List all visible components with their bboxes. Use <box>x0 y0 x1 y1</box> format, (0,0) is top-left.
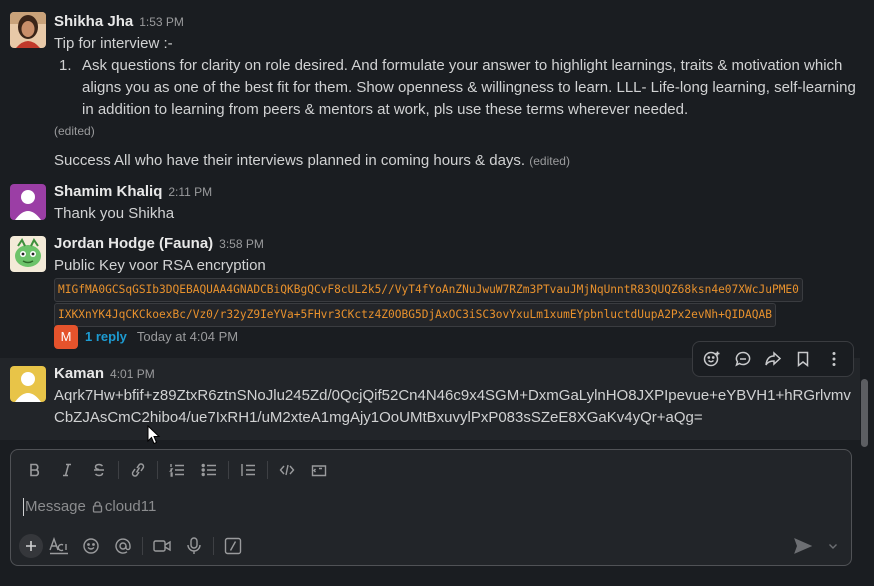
message-header: Shikha Jha 1:53 PM <box>54 12 850 32</box>
toolbar-divider <box>228 461 229 479</box>
toolbar-divider <box>142 537 143 555</box>
message-composer: Message cloud11 <box>10 449 852 566</box>
edited-label: (edited) <box>529 154 570 168</box>
author-name[interactable]: Shikha Jha <box>54 13 133 30</box>
thread-summary[interactable]: M 1 reply Today at 4:04 PM <box>54 325 238 349</box>
message-text: Public Key voor RSA encryption <box>54 257 266 274</box>
message-shikha: Shikha Jha 1:53 PM Tip for interview :- 1… <box>0 12 860 176</box>
toolbar-divider <box>213 537 214 555</box>
bold-icon[interactable] <box>19 458 51 482</box>
thread-avatar: M <box>54 325 78 349</box>
forward-icon[interactable] <box>760 346 786 372</box>
emoji-icon[interactable] <box>75 534 107 558</box>
video-clip-icon[interactable] <box>146 534 178 558</box>
code-snippet: MIGfMA0GCSqGSIb3DQEBAQUAA4GNADCBiQKBgQCv… <box>54 278 803 327</box>
message-text: Tip for interview :- <box>54 35 173 52</box>
save-for-later-icon[interactable] <box>790 346 816 372</box>
placeholder-prefix: Message <box>25 498 86 515</box>
author-name[interactable]: Jordan Hodge (Fauna) <box>54 235 213 252</box>
list-item: Ask questions for clarity on role desire… <box>82 55 856 121</box>
chevron-down-icon[interactable] <box>825 534 841 558</box>
text-caret <box>23 498 24 516</box>
avatar[interactable] <box>10 12 46 48</box>
message-header: Jordan Hodge (Fauna) 3:58 PM <box>54 234 850 254</box>
formatting-icon[interactable] <box>43 534 75 558</box>
inline-code: IXKXnYK4JqCKCkoexBc/Vz0/r32yZ9IeYVa+5FHv… <box>54 303 776 327</box>
ordered-list: 1. Ask questions for clarity on role des… <box>54 55 856 121</box>
timestamp[interactable]: 2:11 PM <box>168 185 212 199</box>
edited-label: (edited) <box>54 124 95 138</box>
timestamp[interactable]: 1:53 PM <box>139 15 184 29</box>
message-shamim: Shamim Khaliq 2:11 PM Thank you Shikha <box>0 182 860 228</box>
strikethrough-icon[interactable] <box>83 458 115 482</box>
avatar[interactable] <box>10 236 46 272</box>
ordered-list-icon[interactable] <box>161 458 193 482</box>
message-header: Shamim Khaliq 2:11 PM <box>54 182 850 202</box>
formatting-toolbar <box>19 458 335 482</box>
message-actions-bar <box>692 341 854 377</box>
avatar[interactable] <box>10 184 46 220</box>
list-number: 1. <box>59 57 72 74</box>
author-name[interactable]: Kaman <box>54 365 104 382</box>
avatar[interactable] <box>10 366 46 402</box>
audio-clip-icon[interactable] <box>178 534 210 558</box>
author-name[interactable]: Shamim Khaliq <box>54 183 162 200</box>
message-text: Success All who have their interviews pl… <box>54 150 570 172</box>
followup-text: Success All who have their interviews pl… <box>54 152 526 169</box>
code-block-icon[interactable] <box>303 458 335 482</box>
mention-icon[interactable] <box>107 534 139 558</box>
more-actions-icon[interactable] <box>821 346 847 372</box>
lock-icon <box>92 501 103 513</box>
attach-plus-icon[interactable] <box>19 534 43 558</box>
bulleted-list-icon[interactable] <box>193 458 225 482</box>
message-input[interactable]: Message cloud11 <box>23 496 156 518</box>
message-text: Aqrk7Hw+bfif+z89ZtxR6ztnSNoJlu245Zd/0Qcj… <box>54 387 851 404</box>
composer-actions <box>19 534 249 558</box>
reply-in-thread-icon[interactable] <box>730 346 756 372</box>
code-icon[interactable] <box>271 458 303 482</box>
timestamp[interactable]: 4:01 PM <box>110 367 155 381</box>
list-item-line: aligns you as one of the best fit for th… <box>82 79 856 96</box>
shortcuts-icon[interactable] <box>217 534 249 558</box>
scrollbar[interactable] <box>861 379 868 447</box>
toolbar-divider <box>157 461 158 479</box>
mouse-cursor-icon <box>147 425 161 445</box>
toolbar-divider <box>118 461 119 479</box>
placeholder-channel: cloud11 <box>104 498 157 515</box>
italic-icon[interactable] <box>51 458 83 482</box>
thread-last-reply-time: Today at 4:04 PM <box>136 329 239 344</box>
send-icon[interactable] <box>791 534 815 558</box>
message-text: Thank you Shikha <box>54 205 175 222</box>
timestamp[interactable]: 3:58 PM <box>219 237 264 251</box>
toolbar-divider <box>267 461 268 479</box>
inline-code: MIGfMA0GCSqGSIb3DQEBAQUAA4GNADCBiQKBgQCv… <box>54 278 803 302</box>
blockquote-icon[interactable] <box>232 458 264 482</box>
add-reaction-icon[interactable] <box>699 346 725 372</box>
list-item-line: in addition to learning from peers & men… <box>82 101 689 118</box>
thread-reply-link[interactable]: 1 reply <box>85 325 127 349</box>
link-icon[interactable] <box>122 458 154 482</box>
message-jordan: Jordan Hodge (Fauna) 3:58 PM Public Key v… <box>0 234 860 349</box>
list-item-line: Ask questions for clarity on role desire… <box>82 57 843 74</box>
